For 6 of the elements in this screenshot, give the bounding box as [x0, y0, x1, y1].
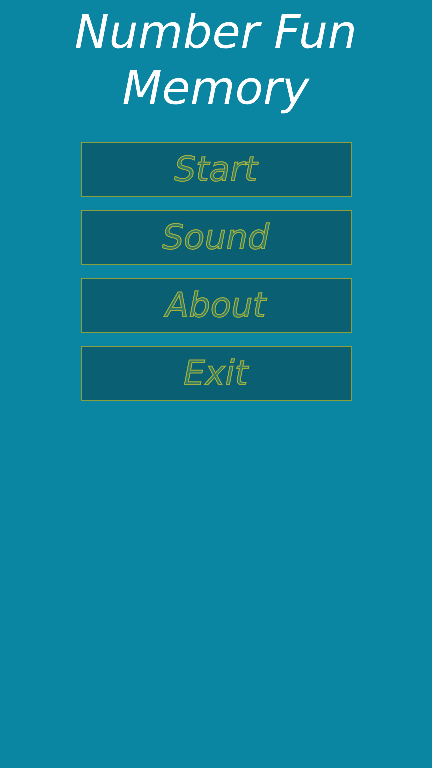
menu-button[interactable]: Exit — [80, 346, 352, 401]
menu-button[interactable]: About — [80, 278, 352, 333]
game-title: Number Fun — [74, 4, 358, 60]
menu-button[interactable]: Sound — [80, 210, 352, 265]
game-title: Memory — [122, 60, 310, 116]
menu-button[interactable]: Start — [80, 142, 352, 197]
